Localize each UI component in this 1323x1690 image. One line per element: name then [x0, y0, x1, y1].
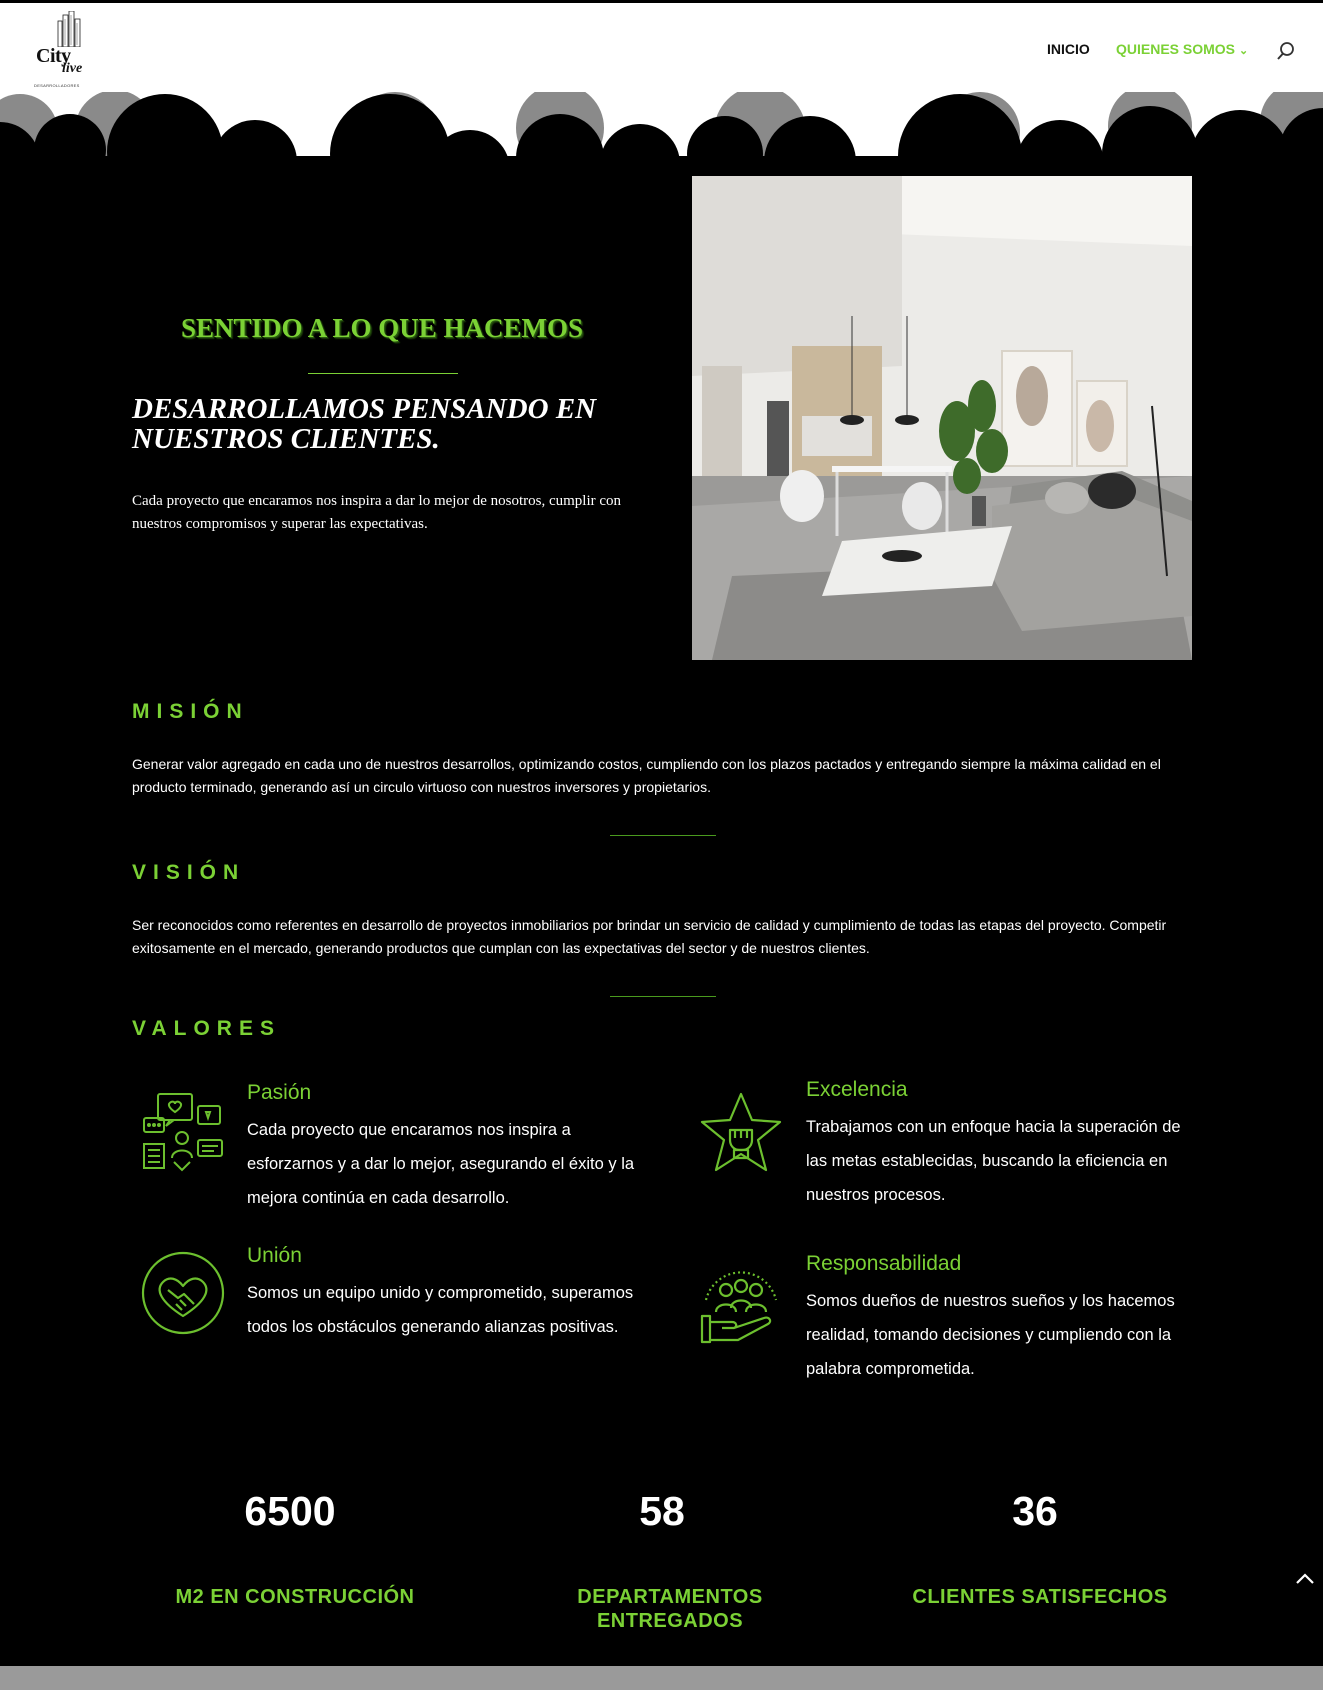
- city-skyline-icon: [57, 11, 81, 47]
- valor-text-responsabilidad: Somos dueños de nuestros sueños y los ha…: [806, 1292, 1175, 1378]
- stat-number-departamentos: 58: [639, 1488, 685, 1534]
- vision-heading: VISIÓN: [132, 861, 246, 884]
- logo-subtitle: DESARROLLADORES: [34, 83, 80, 88]
- living-room-photo: [692, 176, 1192, 660]
- mision-divider: [610, 835, 716, 836]
- site-header: City live DESARROLLADORES INICIO QUIENES…: [0, 3, 1323, 93]
- mision-heading: MISIÓN: [132, 700, 249, 723]
- valor-title-union: Unión: [247, 1244, 302, 1267]
- vision-text: Ser reconocidos como referentes en desar…: [132, 917, 1167, 956]
- valor-title-excelencia: Excelencia: [806, 1078, 908, 1101]
- mision-text: Generar valor agregado en cada uno de nu…: [132, 756, 1161, 795]
- back-to-top-icon[interactable]: [1292, 1566, 1318, 1592]
- valor-title-pasion: Pasión: [247, 1081, 312, 1104]
- logo[interactable]: City live DESARROLLADORES: [34, 9, 88, 89]
- nav-item-label: QUIENES SOMOS: [1116, 41, 1236, 57]
- valor-text-union: Somos un equipo unido y comprometido, su…: [247, 1284, 634, 1336]
- vision-divider: [610, 996, 716, 997]
- stat-number-m2: 6500: [244, 1488, 336, 1534]
- stat-number-clientes: 36: [1012, 1488, 1058, 1534]
- cloud-divider: [0, 92, 1323, 172]
- valor-text-excelencia: Trabajamos con un enfoque hacia la super…: [806, 1118, 1181, 1204]
- hero-subtitle: DESARROLLAMOS PENSANDO EN NUESTROS CLIEN…: [132, 393, 597, 455]
- valor-text-pasion: Cada proyecto que encaramos nos inspira …: [247, 1121, 635, 1207]
- logo-live-text: live: [62, 61, 83, 76]
- footer-bar: [0, 1666, 1323, 1690]
- valores-heading: VALORES: [132, 1017, 281, 1040]
- search-icon[interactable]: [1276, 41, 1296, 61]
- stat-label-departamentos: DEPARTAMENTOS ENTREGADOS: [577, 1586, 763, 1632]
- hero-text: Cada proyecto que encaramos nos inspira …: [132, 493, 622, 532]
- valor-title-responsabilidad: Responsabilidad: [806, 1252, 962, 1275]
- hero-title: SENTIDO A LO QUE HACEMOS: [180, 313, 584, 343]
- chat-bubbles-icon: [143, 1093, 223, 1172]
- heart-handshake-icon: [141, 1251, 225, 1335]
- star-fist-icon: [700, 1092, 782, 1172]
- stat-label-m2: M2 EN CONSTRUCCIÓN: [175, 1586, 415, 1608]
- stat-label-clientes: CLIENTES SATISFECHOS: [912, 1586, 1168, 1608]
- chevron-down-icon: ⌄: [1239, 45, 1249, 57]
- hero-divider: [308, 373, 458, 374]
- nav-item-inicio[interactable]: INICIO: [1047, 41, 1090, 57]
- team-hand-icon: [700, 1271, 778, 1344]
- nav-item-quienes-somos[interactable]: QUIENES SOMOS ⌄: [1116, 41, 1248, 57]
